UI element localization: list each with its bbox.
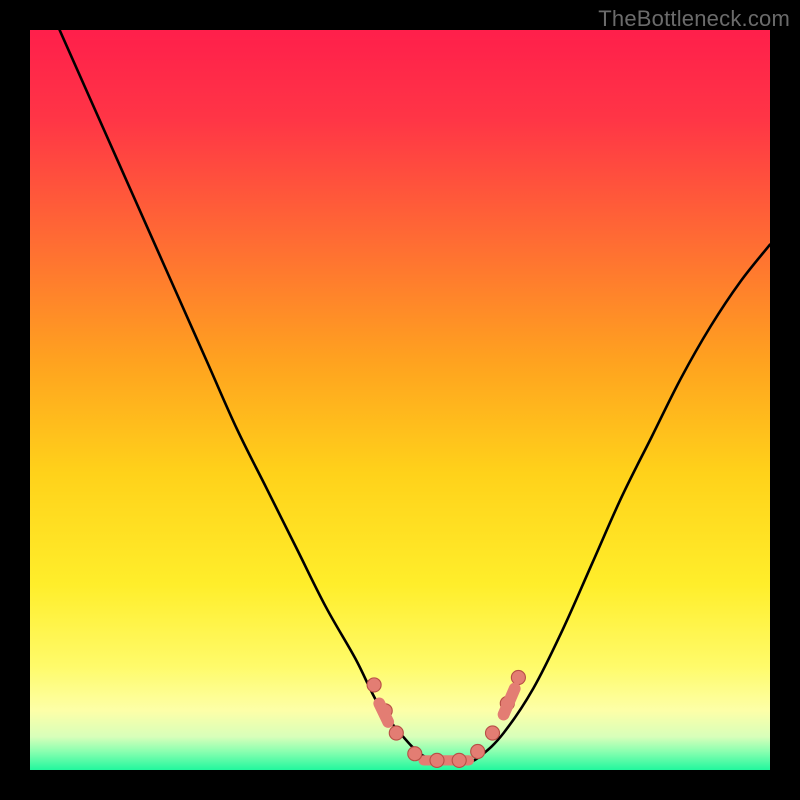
curve-marker [485,726,499,740]
curve-marker [389,726,403,740]
curve-marker-pill [504,689,515,715]
chart-svg [30,30,770,770]
curve-marker [408,747,422,761]
outer-frame: TheBottleneck.com [0,0,800,800]
watermark-text: TheBottleneck.com [598,6,790,32]
plot-area [30,30,770,770]
curve-marker [511,670,525,684]
curve-marker [367,678,381,692]
bottleneck-curve [60,30,770,764]
curve-marker [471,744,485,758]
curve-marker-pill [379,703,388,722]
curve-marker [452,753,466,767]
curve-marker [430,753,444,767]
marker-group [367,670,525,767]
